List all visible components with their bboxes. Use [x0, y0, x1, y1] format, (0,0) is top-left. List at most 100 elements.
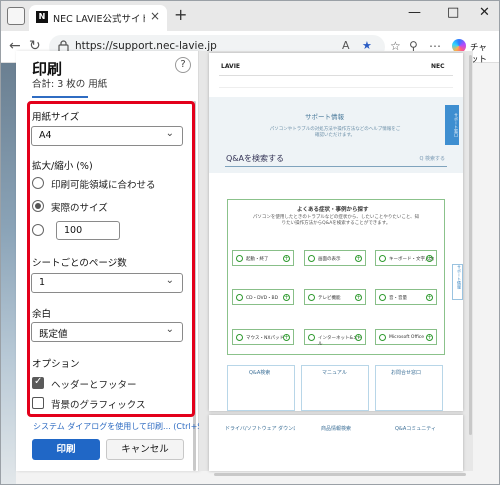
hero-title: サポート情報: [305, 113, 344, 121]
pages-per-sheet-label: シートごとのページ数: [32, 258, 127, 269]
maximize-button[interactable]: □: [447, 5, 459, 20]
plus-icon: +: [426, 255, 433, 262]
plus-icon: +: [355, 334, 362, 341]
qa-search-card-title: Q&A検索: [249, 370, 271, 376]
chevron-down-icon: ⌄: [165, 324, 174, 335]
display-icon: [308, 255, 315, 262]
faq-button: Microsoft Office +: [375, 329, 437, 345]
help-icon[interactable]: ?: [175, 57, 191, 73]
faq-button: テレビ機能 +: [304, 289, 366, 305]
faq-button: 画面の表示 +: [304, 250, 366, 266]
close-window-button[interactable]: ✕: [479, 5, 490, 20]
background-graphics-checkbox[interactable]: [32, 397, 44, 409]
plus-icon: +: [283, 334, 290, 341]
faq-description: パソコンを使用したときのトラブルなどの症状から、したいことやりたいこと、知りたい…: [252, 215, 420, 226]
nav-divider: [219, 75, 453, 76]
power-icon: [236, 255, 243, 262]
sheet-count: 合計: 3 枚の 用紙: [32, 79, 108, 90]
tab-active[interactable]: N NEC LAVIE公式サイト > サービス&サ ×: [29, 5, 167, 31]
plus-icon: +: [426, 334, 433, 341]
chevron-down-icon: ⌄: [165, 128, 174, 139]
preview-horizontal-scrollbar[interactable]: [214, 473, 466, 476]
faq-button-label: 起動・終了: [246, 257, 269, 262]
close-tab-icon[interactable]: ×: [150, 9, 160, 23]
chevron-down-icon: ⌄: [165, 275, 174, 286]
paper-size-select[interactable]: A4 ⌄: [31, 126, 183, 146]
support-side-tab: サポート窓口: [445, 105, 459, 145]
scale-custom-radio[interactable]: [32, 224, 44, 236]
plus-icon: +: [355, 255, 362, 262]
product-search-title: 商品情報検索: [321, 426, 352, 432]
margins-value: 既定値: [39, 329, 68, 340]
manual-card-title: マニュアル: [322, 370, 347, 376]
contact-card-title: お問合せ窓口: [391, 370, 422, 376]
faq-button: キーボード・文字入力 +: [375, 250, 437, 266]
lavie-logo: LAVIE: [221, 63, 241, 70]
faq-button-label: 画面の表示: [318, 257, 341, 262]
driver-download-title: ドライバ/ソフトウェア ダウンロード: [225, 426, 295, 432]
background-page-right: [473, 63, 499, 484]
nec-favicon-icon: N: [36, 11, 48, 23]
scale-actual-radio[interactable]: [32, 200, 44, 212]
faq-button: インターネット&メール +: [304, 329, 366, 347]
preview-page-2: ドライバ/ソフトウェア ダウンロード 商品情報検索 Q&Aコミュニティ: [209, 415, 463, 471]
faq-button-label: CD・DVD・BD: [246, 296, 279, 301]
hero-description: パソコンやトラブルの対処方法や操作方法などのヘルプ情報をご確認いただけます。: [269, 127, 401, 138]
speaker-icon: [379, 294, 386, 301]
tab-actions-icon[interactable]: [7, 7, 25, 25]
faq-button-label: 音・音量: [389, 296, 407, 301]
pages-per-sheet-value: 1: [39, 277, 46, 288]
faq-button: CD・DVD・BD +: [232, 289, 294, 305]
background-graphics-label: 背景のグラフィックス: [51, 400, 146, 411]
tv-icon: [308, 294, 315, 301]
headers-footers-label: ヘッダーとフッター: [51, 380, 137, 391]
faq-title: よくある症状・事例から探す: [297, 207, 369, 213]
plus-icon: +: [283, 294, 290, 301]
scale-custom-input[interactable]: 100: [56, 221, 120, 240]
plus-icon: +: [283, 255, 290, 262]
faq-button-label: Microsoft Office: [389, 335, 425, 340]
mouse-icon: [236, 334, 243, 341]
paper-size-value: A4: [39, 130, 52, 141]
plus-icon: +: [355, 294, 362, 301]
faq-button: マウス・NXパッド +: [232, 329, 294, 345]
preview-page-1: LAVIE NEC サポート情報 パソコンやトラブルの対処方法や操作方法などのヘ…: [209, 53, 463, 411]
keyboard-icon: [379, 255, 386, 262]
copilot-label: チャット: [470, 43, 488, 65]
preview-scrollbar[interactable]: [469, 55, 472, 435]
faq-button-label: テレビ機能: [318, 296, 341, 301]
options-label: オプション: [32, 359, 80, 370]
headers-footers-checkbox[interactable]: [32, 376, 44, 389]
print-button[interactable]: 印刷: [32, 439, 100, 460]
support-side-tab-2: サポート情報: [452, 264, 463, 300]
browser-window: N NEC LAVIE公式サイト > サービス&サ × + — □ ✕ ← ↻ …: [0, 0, 500, 485]
paper-size-label: 用紙サイズ: [32, 112, 80, 123]
scale-fit-radio[interactable]: [32, 177, 44, 189]
scale-label: 拡大/縮小 (%): [32, 161, 93, 172]
pages-per-sheet-select[interactable]: 1 ⌄: [31, 273, 183, 293]
qa-search-button: Q 検索する: [419, 156, 445, 162]
minimize-button[interactable]: —: [408, 5, 421, 20]
nav-divider-2: [219, 87, 453, 88]
scale-actual-label: 実際のサイズ: [51, 203, 108, 214]
scale-fit-label: 印刷可能領域に合わせる: [51, 180, 156, 191]
scale-custom-value: 100: [64, 225, 83, 236]
faq-button: 音・音量 +: [375, 289, 437, 305]
qa-search-placeholder: Q&Aを検索する: [226, 154, 285, 163]
disc-icon: [236, 294, 243, 301]
background-page-strip: [1, 63, 16, 484]
cancel-button[interactable]: キャンセル: [106, 439, 184, 460]
margins-select[interactable]: 既定値 ⌄: [31, 322, 183, 342]
qa-community-title: Q&Aコミュニティ: [395, 426, 436, 432]
qa-search-box: Q&Aを検索する Q 検索する: [225, 153, 447, 167]
nec-logo: NEC: [431, 63, 445, 70]
margins-label: 余白: [32, 309, 52, 320]
faq-button: 起動・終了 +: [232, 250, 294, 266]
plus-icon: +: [426, 294, 433, 301]
mail-icon: [308, 334, 315, 341]
tab-title: NEC LAVIE公式サイト > サービス&サ: [53, 14, 145, 25]
office-icon: [379, 334, 386, 341]
tab-bar: N NEC LAVIE公式サイト > サービス&サ × + — □ ✕: [1, 1, 499, 31]
title-underline: [32, 96, 88, 98]
new-tab-button[interactable]: +: [174, 5, 187, 24]
